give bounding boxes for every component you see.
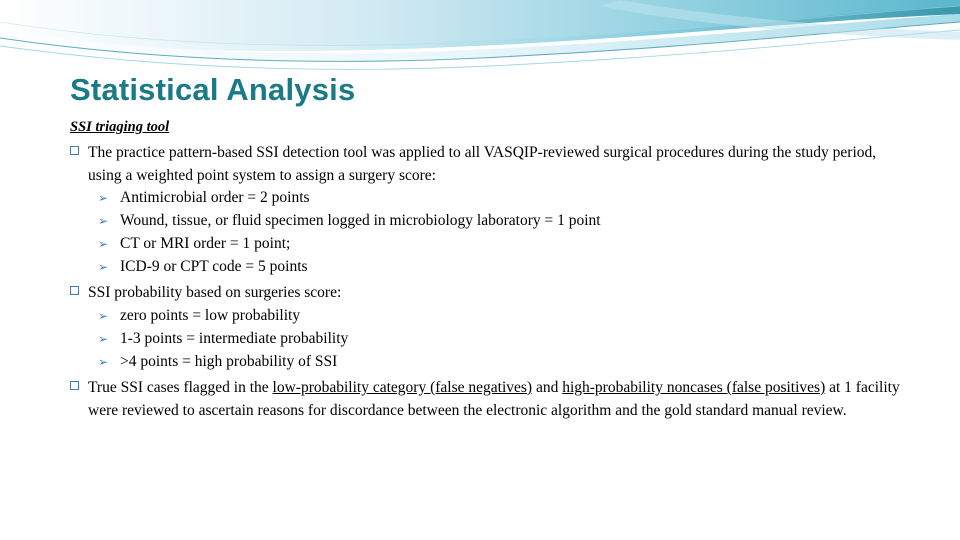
arrow-bullet-icon: ➢: [98, 355, 109, 369]
arrow-bullet-icon: ➢: [98, 309, 109, 324]
arrow-bullet-icon: ➢: [98, 191, 109, 206]
bullet-text: zero points = low probability: [120, 307, 301, 325]
square-bullet-icon: [70, 145, 79, 155]
square-bullet-icon: [70, 286, 79, 296]
header-swoosh-svg: [0, 0, 960, 70]
header-decoration: [0, 0, 960, 74]
bullet-text: ICD-9 or CPT code = 5 points: [120, 258, 308, 276]
subheading: SSI triaging tool: [70, 119, 170, 135]
final-bullet-underline2: high-probability noncases (false positiv…: [562, 378, 826, 396]
bullet-level2-one-to-three-points: ➢ 1-3 points = intermediate probability: [70, 328, 900, 351]
final-bullet-part2: and: [532, 378, 563, 396]
bullet-text: CT or MRI order = 1 point;: [120, 235, 291, 253]
arrow-bullet-icon: ➢: [98, 332, 109, 347]
bullet-level1-true-ssi-cases: True SSI cases flagged in the low-probab…: [70, 377, 900, 423]
bullet-level2-ct-mri: ➢ CT or MRI order = 1 point;: [70, 233, 900, 256]
arrow-bullet-icon: ➢: [98, 260, 109, 275]
bullet-level1-detection-tool: The practice pattern-based SSI detection…: [70, 142, 900, 188]
square-bullet-icon: [70, 380, 79, 390]
bullet-level2-zero-points: ➢ zero points = low probability: [70, 305, 900, 328]
bullet-text: SSI probability based on surgeries score…: [88, 284, 342, 302]
slide-body: SSI triaging tool The practice pattern-b…: [70, 118, 900, 423]
page-title: Statistical Analysis: [70, 72, 356, 107]
final-bullet-underline1: low-probability category (false negative…: [272, 378, 533, 396]
bullet-level2-antimicrobial: ➢ Antimicrobial order = 2 points: [70, 187, 900, 210]
final-bullet-part1: True SSI cases flagged in the: [88, 378, 273, 396]
slide: Statistical Analysis SSI triaging tool T…: [0, 0, 960, 540]
arrow-bullet-icon: ➢: [98, 214, 109, 229]
bullet-text: 1-3 points = intermediate probability: [120, 330, 349, 348]
bullet-text: >4 points = high probability of SSI: [120, 353, 338, 370]
bullet-level2-four-plus-points: ➢ >4 points = high probability of SSI: [70, 351, 900, 374]
arrow-bullet-icon: ➢: [98, 237, 109, 252]
bullet-text: Wound, tissue, or fluid specimen logged …: [120, 212, 601, 230]
bullet-text: The practice pattern-based SSI detection…: [88, 143, 877, 184]
bullet-level1-ssi-probability: SSI probability based on surgeries score…: [70, 282, 900, 305]
bullet-text: Antimicrobial order = 2 points: [120, 189, 310, 207]
bullet-level2-icd9-cpt: ➢ ICD-9 or CPT code = 5 points: [70, 256, 900, 279]
bullet-level2-wound-specimen: ➢ Wound, tissue, or fluid specimen logge…: [70, 210, 900, 233]
